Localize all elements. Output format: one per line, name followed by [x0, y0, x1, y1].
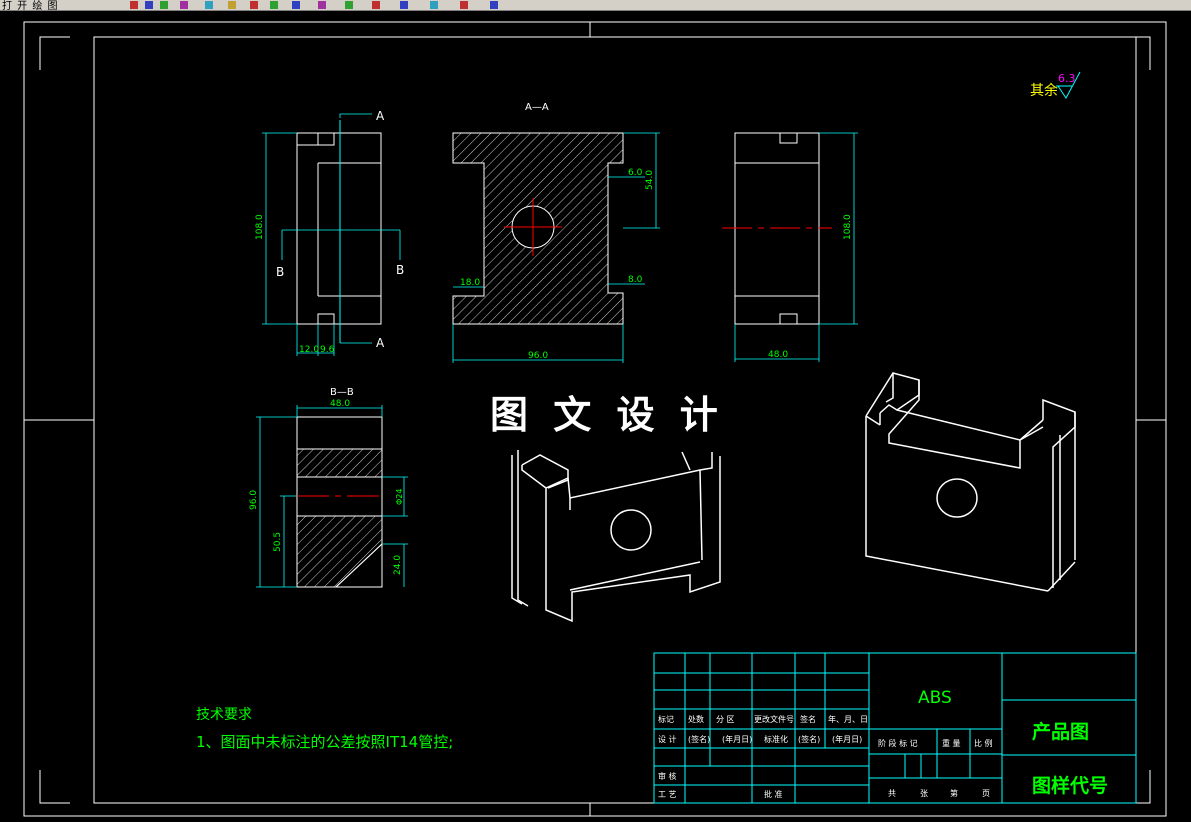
cut-a-bottom: A — [376, 336, 385, 350]
svg-text:第: 第 — [950, 788, 958, 798]
aa-dim-54: 54.0 — [645, 170, 655, 190]
svg-text:更改文件号: 更改文件号 — [754, 714, 794, 724]
svg-text:张: 张 — [920, 789, 928, 798]
cyan-icon[interactable] — [205, 1, 213, 9]
side-dim-width: 48.0 — [768, 350, 788, 360]
front-dim-w2: 9.6 — [320, 345, 335, 355]
svg-text:标准化: 标准化 — [764, 734, 788, 744]
green-icon[interactable] — [270, 1, 278, 9]
roughness-symbol: 其余 6.3 — [1030, 71, 1081, 99]
aa-dim-6: 6.0 — [628, 168, 643, 178]
front-dim-height: 108.0 — [255, 214, 265, 240]
blue-icon[interactable] — [400, 1, 408, 9]
bb-dim-dia: Φ24 — [395, 489, 404, 505]
bb-dim-height: 96.0 — [249, 490, 259, 510]
isometric-view-left — [511, 450, 721, 623]
aa-dim-18: 18.0 — [460, 278, 480, 288]
magenta-icon[interactable] — [180, 1, 188, 9]
title-block-row-sheets: 共 张 第 页 — [888, 788, 990, 798]
front-dim-w1: 12.0 — [299, 345, 319, 355]
bb-dim-24: 24.0 — [393, 555, 403, 575]
cut-b-left: B — [276, 265, 284, 279]
side-view-dims — [734, 132, 858, 362]
svg-text:阶 段 标 记: 阶 段 标 记 — [878, 738, 918, 748]
title-block-process: 工 艺 — [658, 790, 677, 799]
title-block-row-marks: 标记 处数 分 区 更改文件号 签名 年、月、日 — [658, 714, 868, 724]
svg-text:年、月、日: 年、月、日 — [828, 714, 868, 724]
svg-text:页: 页 — [982, 789, 990, 798]
tech-req-title: 技术要求 — [196, 707, 252, 723]
tech-req-line1: 1、图面中未标注的公差按照IT14管控; — [196, 733, 453, 751]
title-block-review: 审 核 — [658, 771, 677, 781]
section-aa-label: A—A — [525, 102, 549, 113]
title-block-row-stage: 阶 段 标 记 重 量 比 例 — [878, 738, 993, 748]
svg-text:共: 共 — [888, 789, 896, 798]
cad-drawing-canvas[interactable]: 其余 6.3 108.0 12.0 9.6 A A B B A—A 96.0 6… — [0, 10, 1191, 822]
svg-text:标记: 标记 — [658, 714, 674, 724]
front-view-dims — [262, 113, 401, 356]
red-icon[interactable] — [130, 1, 138, 9]
red-icon[interactable] — [372, 1, 380, 9]
section-bb-view — [296, 416, 383, 588]
roughness-label: 其余 — [1030, 82, 1058, 99]
isometric-view-right — [865, 372, 1076, 592]
svg-text:分 区: 分 区 — [716, 715, 735, 724]
section-bb-label: B—B — [330, 387, 354, 398]
bb-dim-width: 48.0 — [330, 399, 350, 409]
red-icon[interactable] — [460, 1, 468, 9]
svg-text:处数: 处数 — [688, 714, 704, 724]
magenta-icon[interactable] — [318, 1, 326, 9]
roughness-value: 6.3 — [1058, 72, 1076, 85]
blue-icon[interactable] — [292, 1, 300, 9]
aa-dim-width: 96.0 — [528, 351, 548, 361]
material-label: ABS — [918, 688, 952, 708]
watermark-text: 图 文 设 计 — [490, 393, 724, 437]
green-icon[interactable] — [160, 1, 168, 9]
blue-icon[interactable] — [490, 1, 498, 9]
side-view — [722, 132, 832, 325]
svg-text:(年月日): (年月日) — [832, 734, 862, 744]
aa-dim-8: 8.0 — [628, 275, 643, 285]
title-block-approve: 批 准 — [764, 789, 783, 799]
cyan-icon[interactable] — [430, 1, 438, 9]
svg-text:比 例: 比 例 — [974, 738, 993, 748]
green-icon[interactable] — [345, 1, 353, 9]
blue-icon[interactable] — [145, 1, 153, 9]
svg-text:(年月日): (年月日) — [722, 734, 752, 744]
svg-text:重 量: 重 量 — [942, 738, 961, 748]
bb-dim-505: 50.5 — [273, 532, 283, 552]
front-view — [296, 120, 382, 343]
side-dim-height: 108.0 — [843, 214, 853, 240]
drawing-number: 图样代号 — [1032, 774, 1108, 797]
svg-text:(签名): (签名) — [798, 734, 820, 744]
svg-text:(签名): (签名) — [688, 734, 710, 744]
yellow-icon[interactable] — [228, 1, 236, 9]
part-name: 产品图 — [1032, 720, 1089, 743]
red-icon[interactable] — [250, 1, 258, 9]
section-aa-view — [452, 132, 624, 325]
cut-b-right: B — [396, 263, 404, 277]
cut-a-top: A — [376, 109, 385, 123]
title-block-row-design: 设 计 (签名) (年月日) 标准化 (签名) (年月日) — [658, 734, 862, 744]
svg-text:设 计: 设 计 — [658, 734, 677, 744]
svg-text:签名: 签名 — [800, 714, 816, 724]
